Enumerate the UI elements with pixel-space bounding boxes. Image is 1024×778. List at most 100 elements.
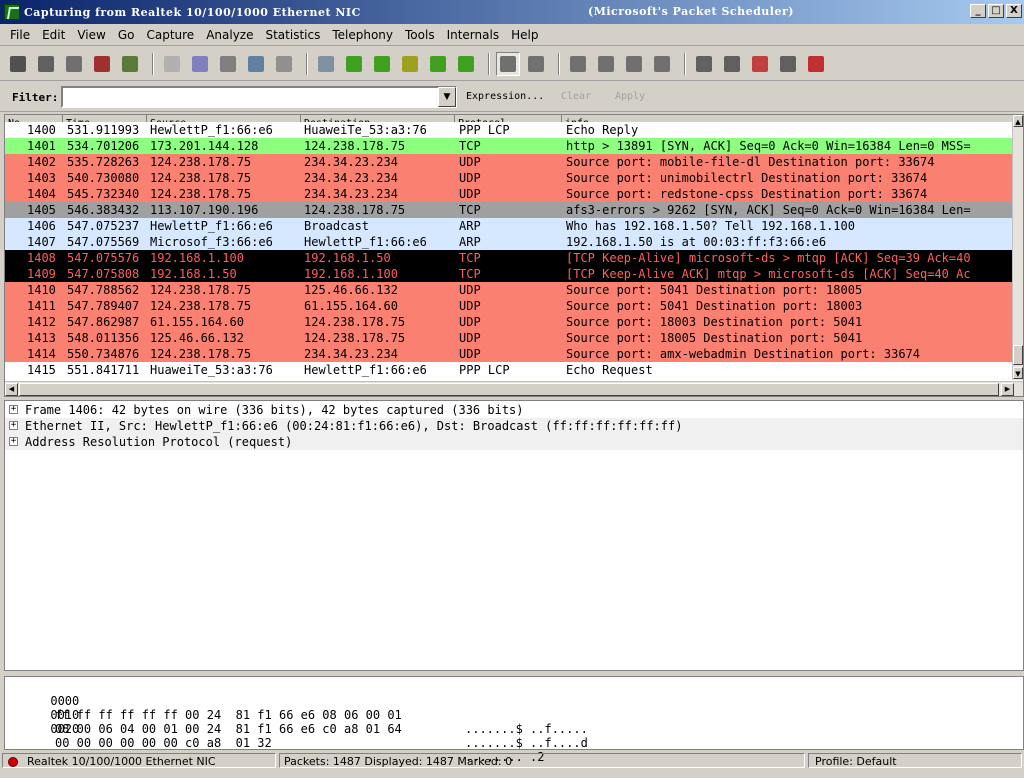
filter-input[interactable] <box>61 86 457 108</box>
print-button[interactable] <box>272 52 296 76</box>
menu-statistics[interactable]: Statistics <box>259 28 326 42</box>
display-filters-button[interactable] <box>720 52 744 76</box>
packet-row[interactable]: 1405 546.383432 113.107.190.196 124.238.178… <box>5 202 1013 218</box>
menu-file[interactable]: File <box>4 28 36 42</box>
apply-button[interactable]: Apply <box>615 91 645 102</box>
zoom-out-button[interactable] <box>594 52 618 76</box>
first-packet-button[interactable] <box>426 52 450 76</box>
packet-row[interactable]: 1408 547.075576 192.168.1.100 192.168.1.50 T… <box>5 250 1013 266</box>
help-icon <box>808 55 824 72</box>
open-button[interactable] <box>160 52 184 76</box>
cell-info: afs3-errors > 9262 [SYN, ACK] Seq=0 Ack=… <box>566 203 971 217</box>
hscroll-thumb[interactable] <box>19 383 999 396</box>
start-capture-button[interactable] <box>62 52 86 76</box>
packet-row[interactable]: 1407 547.075569 Microsof_f3:66:e6 HewlettP_… <box>5 234 1013 250</box>
minimize-button[interactable]: _ <box>970 4 986 18</box>
help-button[interactable] <box>804 52 828 76</box>
packet-row[interactable]: 1403 540.730080 124.238.178.75 234.34.23.23… <box>5 170 1013 186</box>
capture-filters-button[interactable] <box>692 52 716 76</box>
preferences-button[interactable] <box>776 52 800 76</box>
scroll-down-arrow[interactable]: ▼ <box>1013 367 1023 379</box>
last-packet-button[interactable] <box>454 52 478 76</box>
cell-protocol: UDP <box>459 283 481 297</box>
expand-icon[interactable]: + <box>9 437 18 446</box>
colorize-button[interactable] <box>496 51 520 76</box>
restart-capture-icon <box>122 55 138 72</box>
menu-view[interactable]: View <box>71 28 111 42</box>
status-interface-text: Realtek 10/100/1000 Ethernet NIC <box>27 755 216 768</box>
close-icon <box>220 55 236 72</box>
clear-button[interactable]: Clear <box>561 91 591 102</box>
bytes-row[interactable]: 0020 00 00 00 00 00 00 c0 a8 01 32 .....… <box>7 708 544 764</box>
resize-columns-button[interactable] <box>650 52 674 76</box>
packet-row[interactable]: 1413 548.011356 125.46.66.132 124.238.178.7… <box>5 330 1013 346</box>
normal-size-button[interactable] <box>622 52 646 76</box>
autoscroll-button[interactable] <box>524 52 548 76</box>
status-profile[interactable]: Profile: Default <box>808 753 1022 768</box>
cell-info: Source port: 5041 Destination port: 1800… <box>566 283 863 297</box>
restart-capture-button[interactable] <box>118 52 142 76</box>
zoom-in-button[interactable] <box>566 52 590 76</box>
goto-button[interactable] <box>398 52 422 76</box>
packet-row[interactable]: 1402 535.728263 124.238.178.75 234.34.23.23… <box>5 154 1013 170</box>
expression-button[interactable]: Expression... <box>466 91 544 102</box>
cell-source: HuaweiTe_53:a3:76 <box>150 363 273 377</box>
cell-time: 547.862987 <box>67 315 140 329</box>
filter-label: Filter: <box>12 91 59 104</box>
scroll-thumb[interactable] <box>1013 345 1023 365</box>
packet-row[interactable]: 1400 531.911993 HewlettP_f1:66:e6 HuaweiTe_… <box>5 122 1013 138</box>
save-button[interactable] <box>188 52 212 76</box>
packet-list-vertical-scrollbar[interactable]: ▲ ▼ <box>1012 115 1023 380</box>
status-interface[interactable]: Realtek 10/100/1000 Ethernet NIC <box>2 753 276 768</box>
menu-analyze[interactable]: Analyze <box>200 28 259 42</box>
packet-row[interactable]: 1411 547.789407 124.238.178.75 61.155.164.6… <box>5 298 1013 314</box>
menu-internals[interactable]: Internals <box>441 28 506 42</box>
menu-telephony[interactable]: Telephony <box>326 28 399 42</box>
packet-row[interactable]: 1409 547.075808 192.168.1.50 192.168.1.100 T… <box>5 266 1013 282</box>
find-button[interactable] <box>314 52 338 76</box>
detail-row-arp[interactable]: + Address Resolution Protocol (request) <box>5 434 1023 450</box>
expand-icon[interactable]: + <box>9 421 18 430</box>
menu-tools[interactable]: Tools <box>399 28 441 42</box>
filter-dropdown-button[interactable]: ▼ <box>438 87 456 107</box>
menu-help[interactable]: Help <box>505 28 544 42</box>
close-window-button[interactable]: X <box>1006 4 1022 18</box>
scroll-right-arrow[interactable]: ▶ <box>1001 383 1014 396</box>
interfaces-button[interactable] <box>6 52 30 76</box>
cell-protocol: TCP <box>459 203 481 217</box>
menu-capture[interactable]: Capture <box>140 28 200 42</box>
packet-row[interactable]: 1401 534.701206 173.201.144.128 124.238.178… <box>5 138 1013 154</box>
packet-row[interactable]: 1412 547.862987 61.155.164.60 124.238.178.7… <box>5 314 1013 330</box>
detail-row-frame[interactable]: + Frame 1406: 42 bytes on wire (336 bits… <box>5 402 1023 418</box>
packet-row[interactable]: 1415 551.841711 HuaweiTe_53:a3:76 HewlettP_… <box>5 362 1013 378</box>
cell-source: 124.238.178.75 <box>150 347 252 361</box>
packet-row[interactable]: 1410 547.788562 124.238.178.75 125.46.66.13… <box>5 282 1013 298</box>
back-button[interactable] <box>342 52 366 76</box>
stop-capture-button[interactable] <box>90 52 114 76</box>
cell-info: Source port: mobile-file-dl Destination … <box>566 155 935 169</box>
scroll-up-arrow[interactable]: ▲ <box>1013 115 1023 127</box>
cell-protocol: UDP <box>459 171 481 185</box>
bytes-row[interactable]: 0000 ff ff ff ff ff ff 00 24 81 f1 66 e6… <box>7 680 587 736</box>
scroll-left-arrow[interactable]: ◀ <box>5 383 18 396</box>
packet-row[interactable]: 1414 550.734876 124.238.178.75 234.34.23.23… <box>5 346 1013 362</box>
toolbar-separator <box>488 52 490 75</box>
detail-row-ethernet[interactable]: + Ethernet II, Src: HewlettP_f1:66:e6 (0… <box>5 418 1023 434</box>
goto-icon <box>402 55 418 72</box>
expand-icon[interactable]: + <box>9 405 18 414</box>
coloring-rules-button[interactable] <box>748 52 772 76</box>
packet-list-horizontal-scrollbar[interactable]: ◀ ▶ <box>5 381 1023 396</box>
normal-size-icon <box>626 55 642 72</box>
forward-button[interactable] <box>370 52 394 76</box>
close-button[interactable] <box>216 52 240 76</box>
maximize-button[interactable]: □ <box>988 4 1004 18</box>
reload-button[interactable] <box>244 52 268 76</box>
packet-row[interactable]: 1404 545.732340 124.238.178.75 234.34.23.23… <box>5 186 1013 202</box>
print-icon <box>276 55 292 72</box>
menu-edit[interactable]: Edit <box>36 28 71 42</box>
capture-status-icon[interactable] <box>8 757 18 767</box>
packet-row[interactable]: 1406 547.075237 HewlettP_f1:66:e6 Broadcast… <box>5 218 1013 234</box>
menu-go[interactable]: Go <box>112 28 141 42</box>
bytes-row[interactable]: 0010 08 00 06 04 00 01 00 24 81 f1 66 e6… <box>7 694 587 750</box>
options-button[interactable] <box>34 52 58 76</box>
